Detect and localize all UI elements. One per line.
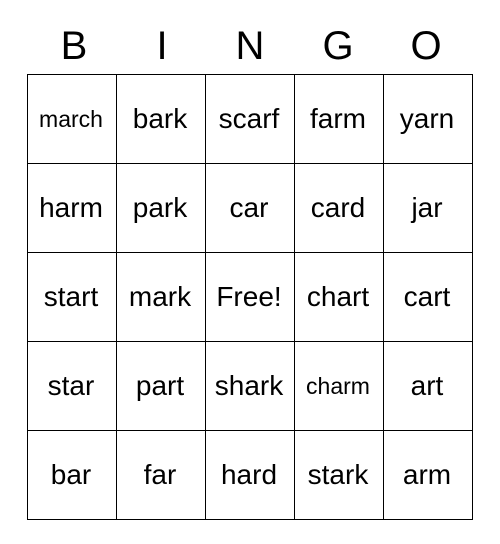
bingo-cell[interactable]: star [27, 341, 117, 431]
bingo-cell[interactable]: farm [294, 74, 384, 164]
bingo-cell-text: bark [132, 104, 188, 134]
bingo-cell-text: start [43, 282, 99, 312]
bingo-row: star part shark charm art [27, 341, 473, 431]
bingo-row: start mark Free! chart cart [27, 252, 473, 342]
bingo-cell-text: march [39, 106, 103, 132]
bingo-cell[interactable]: start [27, 252, 117, 342]
bingo-cell-text: charm [306, 373, 370, 399]
header-letter-n: N [235, 24, 265, 68]
bingo-cell[interactable]: march [27, 74, 117, 164]
bingo-cell-text: mark [128, 282, 192, 312]
bingo-card: B I N G O march bark scarf farm yarn har… [0, 0, 500, 544]
bingo-cell-text: harm [39, 193, 103, 223]
bingo-row: bar far hard stark arm [27, 430, 473, 520]
bingo-cell[interactable]: scarf [205, 74, 295, 164]
header-letter-b: B [60, 24, 88, 68]
bingo-cell[interactable]: cart [383, 252, 473, 342]
bingo-cell-text: Free! [216, 282, 282, 312]
bingo-cell-text: chart [306, 282, 370, 312]
bingo-cell-text: car [229, 193, 269, 223]
header-letter-g: G [322, 24, 354, 68]
bingo-cell[interactable]: harm [27, 163, 117, 253]
bingo-cell[interactable]: charm [294, 341, 384, 431]
bingo-cell-text: art [410, 371, 444, 401]
bingo-cell-text: jar [411, 193, 443, 223]
bingo-cell-text: farm [310, 104, 366, 134]
bingo-cell[interactable]: yarn [383, 74, 473, 164]
bingo-cell-text: hard [220, 460, 278, 490]
bingo-cell[interactable]: chart [294, 252, 384, 342]
bingo-cell-text: star [47, 371, 95, 401]
bingo-cell-free[interactable]: Free! [205, 252, 295, 342]
bingo-cell[interactable]: mark [116, 252, 206, 342]
bingo-cell[interactable]: part [116, 341, 206, 431]
bingo-cell-text: stark [307, 460, 369, 490]
bingo-cell-text: far [143, 460, 177, 490]
bingo-cell[interactable]: park [116, 163, 206, 253]
bingo-cell[interactable]: bark [116, 74, 206, 164]
bingo-cell-text: yarn [399, 104, 455, 134]
header-letter-o: O [410, 24, 442, 68]
bingo-cell-text: scarf [218, 104, 280, 134]
header-letter-i: I [156, 24, 168, 68]
bingo-grid: march bark scarf farm yarn harm park car… [27, 74, 473, 520]
bingo-cell-text: bar [50, 460, 92, 490]
bingo-cell[interactable]: jar [383, 163, 473, 253]
bingo-cell-text: part [135, 371, 185, 401]
bingo-cell[interactable]: bar [27, 430, 117, 520]
bingo-row: harm park car card jar [27, 163, 473, 253]
bingo-row: march bark scarf farm yarn [27, 74, 473, 164]
bingo-cell[interactable]: car [205, 163, 295, 253]
bingo-cell[interactable]: hard [205, 430, 295, 520]
bingo-cell-text: cart [403, 282, 451, 312]
bingo-cell[interactable]: stark [294, 430, 384, 520]
bingo-cell[interactable]: card [294, 163, 384, 253]
bingo-cell-text: arm [402, 460, 452, 490]
bingo-cell[interactable]: far [116, 430, 206, 520]
bingo-cell-text: park [132, 193, 188, 223]
bingo-cell[interactable]: arm [383, 430, 473, 520]
bingo-cell-text: card [310, 193, 366, 223]
bingo-cell-text: shark [214, 371, 284, 401]
bingo-header: B I N G O [30, 0, 470, 70]
bingo-cell[interactable]: art [383, 341, 473, 431]
bingo-cell[interactable]: shark [205, 341, 295, 431]
